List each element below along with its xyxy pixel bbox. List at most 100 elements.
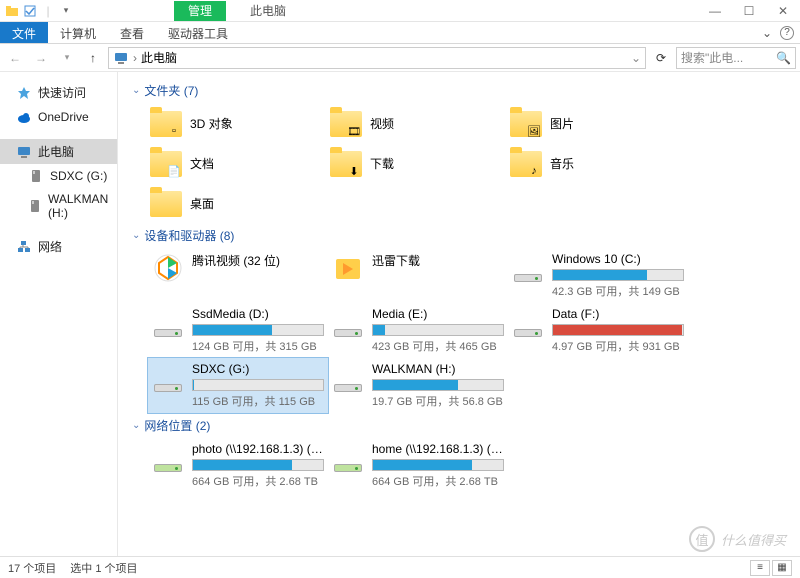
drive-item-5[interactable]: Data (F:)4.97 GB 可用，共 931 GB: [508, 303, 688, 358]
search-placeholder: 搜索"此电...: [681, 49, 743, 66]
folder-icon: ▫: [150, 107, 182, 139]
group-header-folders[interactable]: ⌄ 文件夹 (7): [120, 78, 792, 103]
pc-icon: [113, 50, 129, 66]
network-drive-icon: [152, 442, 184, 474]
sidebar-item-4[interactable]: WALKMAN (H:): [0, 188, 117, 224]
drive-label: SDXC (G:): [192, 362, 324, 376]
status-selected-count: 选中 1 个项目: [70, 560, 137, 576]
tiles-view-button[interactable]: ▦: [772, 560, 792, 576]
help-icon[interactable]: ?: [780, 26, 794, 40]
contextual-tab-manage[interactable]: 管理: [174, 1, 226, 21]
drive-item-6[interactable]: SDXC (G:) 115 GB 可用，共 115 GB: [148, 358, 328, 413]
net-icon: [16, 239, 32, 255]
folder-label: 3D 对象: [190, 115, 233, 132]
breadcrumb-location[interactable]: 此电脑: [141, 49, 177, 66]
capacity-bar: [192, 324, 324, 336]
drive-item-4[interactable]: Media (E:) 423 GB 可用，共 465 GB: [328, 303, 508, 358]
breadcrumb-sep-icon[interactable]: ›: [133, 51, 137, 65]
drive-sublabel: 423 GB 可用，共 465 GB: [372, 338, 504, 354]
navigation-pane: 快速访问OneDrive 此电脑 SDXC (G:) WALKMAN (H:) 网络: [0, 72, 118, 556]
minimize-button[interactable]: —: [698, 0, 732, 22]
drive-icon: [332, 362, 364, 394]
folder-item-6[interactable]: 桌面: [148, 183, 328, 223]
folder-item-5[interactable]: ♪音乐: [508, 143, 688, 183]
tab-view[interactable]: 查看: [108, 22, 156, 43]
sd-icon: [28, 168, 44, 184]
sidebar-item-label: 此电脑: [38, 143, 74, 160]
folder-icon: ♪: [510, 147, 542, 179]
sidebar-item-label: 网络: [38, 238, 62, 255]
recent-dropdown-icon[interactable]: ▾: [56, 47, 78, 69]
network-item-0[interactable]: photo (\\192.168.1.3) (Y:) 664 GB 可用，共 2.…: [148, 438, 328, 493]
sidebar-item-label: SDXC (G:): [50, 169, 107, 183]
drive-label: Media (E:): [372, 307, 504, 321]
tab-drive-tools[interactable]: 驱动器工具: [156, 22, 240, 43]
chevron-down-icon: ⌄: [132, 85, 140, 96]
folder-item-3[interactable]: 📄文档: [148, 143, 328, 183]
sidebar-item-1[interactable]: OneDrive: [0, 105, 117, 129]
drive-item-1[interactable]: 迅雷下载: [328, 248, 508, 303]
folder-item-0[interactable]: ▫ 3D 对象: [148, 103, 328, 143]
app-icon: [332, 252, 364, 284]
drive-label: SsdMedia (D:): [192, 307, 324, 321]
drive-sublabel: 664 GB 可用，共 2.68 TB: [192, 473, 324, 489]
drive-item-3[interactable]: SsdMedia (D:) 124 GB 可用，共 315 GB: [148, 303, 328, 358]
drive-sublabel: 124 GB 可用，共 315 GB: [192, 338, 324, 354]
folder-item-4[interactable]: ⬇下载: [328, 143, 508, 183]
capacity-bar: [192, 379, 324, 391]
drive-icon: [512, 307, 544, 339]
sidebar-item-5[interactable]: 网络: [0, 234, 117, 259]
capacity-bar: [372, 324, 504, 336]
sidebar-item-3[interactable]: SDXC (G:): [0, 164, 117, 188]
up-button[interactable]: ↑: [82, 47, 104, 69]
network-drive-icon: [332, 442, 364, 474]
tab-file[interactable]: 文件: [0, 22, 48, 43]
ribbon-help: ⌄ ?: [762, 22, 800, 43]
folder-icon: ⬇: [330, 147, 362, 179]
sidebar-item-2[interactable]: 此电脑: [0, 139, 117, 164]
refresh-button[interactable]: ⟳: [650, 47, 672, 69]
drive-icon: [152, 362, 184, 394]
drive-label: 腾讯视频 (32 位): [192, 252, 324, 269]
drive-item-0[interactable]: 腾讯视频 (32 位): [148, 248, 328, 303]
group-header-label: 设备和驱动器 (8): [144, 227, 234, 244]
search-input[interactable]: 搜索"此电... 🔍: [676, 47, 796, 69]
folder-item-1[interactable]: 🎞 视频: [328, 103, 508, 143]
drive-sublabel: 115 GB 可用，共 115 GB: [192, 393, 324, 409]
address-bar[interactable]: › 此电脑 ⌄: [108, 47, 646, 69]
drive-label: WALKMAN (H:): [372, 362, 504, 376]
back-button[interactable]: ←: [4, 47, 26, 69]
folder-item-2[interactable]: 🖼图片: [508, 103, 688, 143]
qat-dropdown-icon[interactable]: ▾: [58, 3, 74, 19]
folder-label: 视频: [370, 115, 394, 132]
forward-button[interactable]: →: [30, 47, 52, 69]
network-item-1[interactable]: home (\\192.168.1.3) (Z:)664 GB 可用，共 2.6…: [328, 438, 508, 493]
drive-label: photo (\\192.168.1.3) (Y:): [192, 442, 324, 456]
group-header-label: 文件夹 (7): [144, 82, 198, 99]
maximize-button[interactable]: ☐: [732, 0, 766, 22]
checkbox-icon[interactable]: [22, 3, 38, 19]
content-pane[interactable]: ⌄ 文件夹 (7) ▫ 3D 对象 🎞 视频 🖼图片 📄文档⬇下载♪音乐桌面 ⌄设备和驱动器 (…: [118, 72, 800, 556]
tab-computer[interactable]: 计算机: [48, 22, 108, 43]
group-header-network[interactable]: ⌄网络位置 (2): [120, 413, 792, 438]
navigation-bar: ← → ▾ ↑ › 此电脑 ⌄ ⟳ 搜索"此电... 🔍: [0, 44, 800, 72]
folder-icon: [150, 187, 182, 219]
sidebar-item-0[interactable]: 快速访问: [0, 80, 117, 105]
window-controls: — ☐ ✕: [698, 0, 800, 22]
capacity-bar: [552, 269, 684, 281]
folder-label: 桌面: [190, 195, 214, 212]
address-dropdown-icon[interactable]: ⌄: [631, 51, 641, 65]
drive-item-2[interactable]: Windows 10 (C:)42.3 GB 可用，共 149 GB: [508, 248, 688, 303]
drive-label: home (\\192.168.1.3) (Z:): [372, 442, 504, 456]
network-grid: photo (\\192.168.1.3) (Y:) 664 GB 可用，共 2.…: [120, 438, 792, 493]
qat-divider: |: [40, 3, 56, 19]
group-header-label: 网络位置 (2): [144, 417, 210, 434]
details-view-button[interactable]: ≡: [750, 560, 770, 576]
expand-ribbon-icon[interactable]: ⌄: [762, 26, 772, 40]
group-header-drives[interactable]: ⌄设备和驱动器 (8): [120, 223, 792, 248]
folder-icon: 🎞: [330, 107, 362, 139]
close-button[interactable]: ✕: [766, 0, 800, 22]
drive-sublabel: 4.97 GB 可用，共 931 GB: [552, 338, 684, 354]
drive-sublabel: 42.3 GB 可用，共 149 GB: [552, 283, 684, 299]
drive-item-7[interactable]: WALKMAN (H:)19.7 GB 可用，共 56.8 GB: [328, 358, 508, 413]
